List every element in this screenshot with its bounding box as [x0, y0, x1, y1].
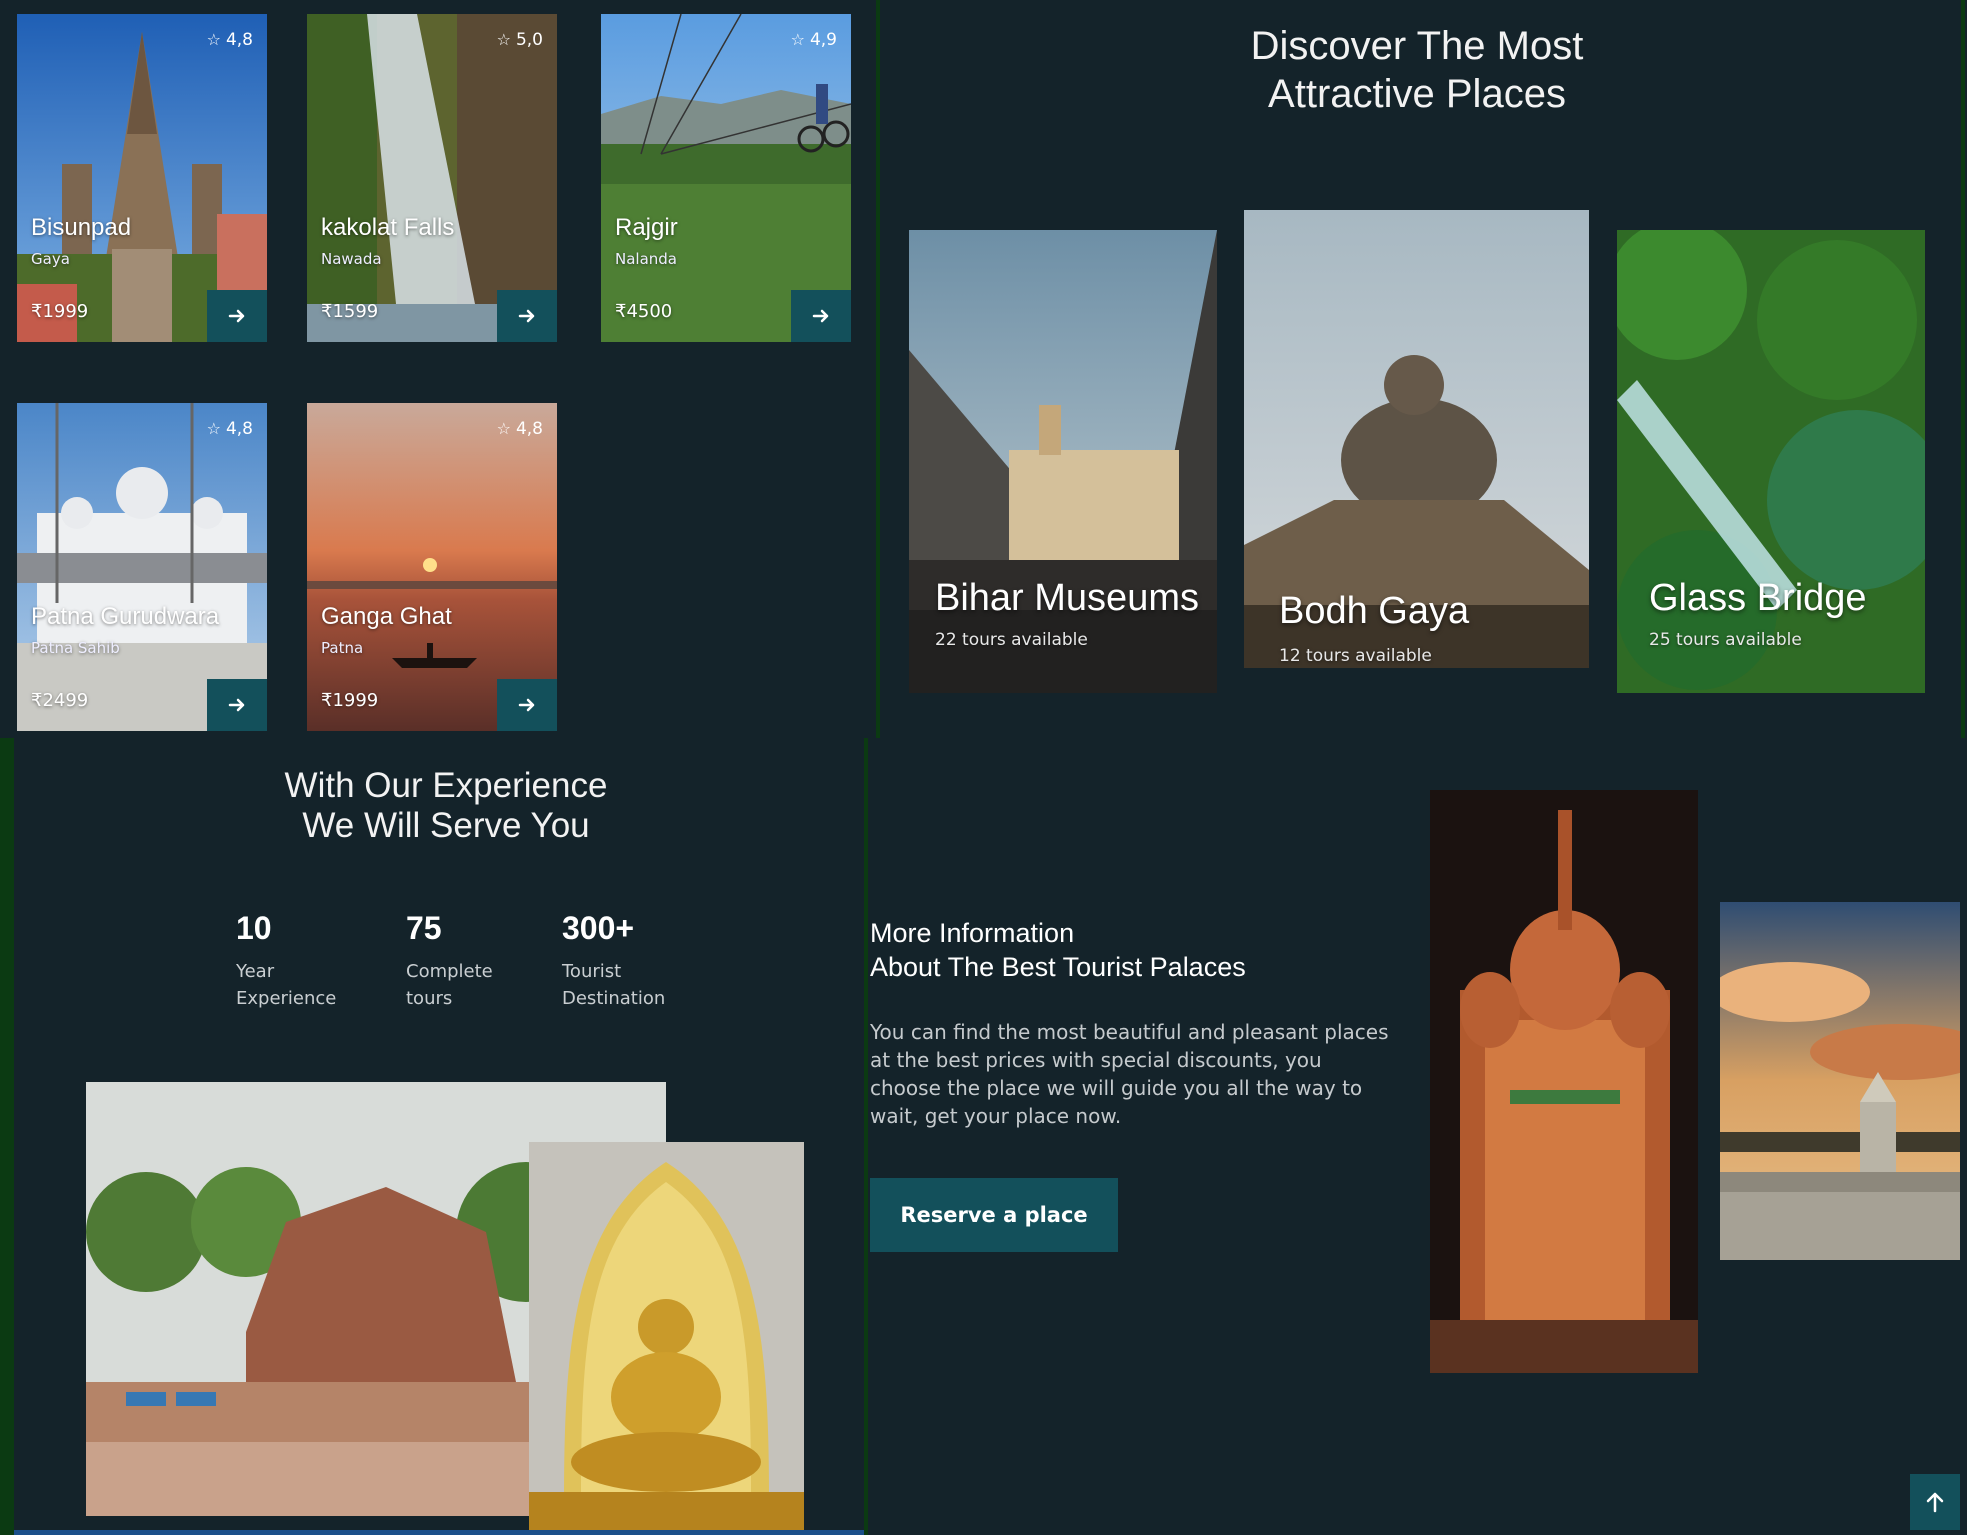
- stat-label: Complete tours: [406, 961, 493, 1009]
- tour-open-button[interactable]: [497, 679, 557, 731]
- tour-card[interactable]: ☆ 4,8 Ganga Ghat Patna ₹1999: [307, 403, 557, 731]
- tour-name: Ganga Ghat: [321, 603, 452, 630]
- tour-name: kakolat Falls: [321, 214, 455, 241]
- panel-divider: [0, 738, 14, 1535]
- place-tours-count: 25 tours available: [1649, 630, 1802, 650]
- tour-price: ₹1999: [31, 301, 89, 322]
- panel-divider: [864, 738, 868, 1535]
- tour-price: ₹1999: [321, 690, 379, 711]
- rating-badge: ☆ 4,9: [790, 30, 837, 50]
- golden-buddha-image: [529, 1142, 804, 1530]
- rating-badge: ☆ 5,0: [496, 30, 543, 50]
- place-image: [909, 230, 1217, 693]
- star-icon: ☆: [206, 30, 221, 49]
- info-description: You can find the most beautiful and plea…: [870, 1020, 1389, 1128]
- arrow-right-icon: [518, 309, 535, 323]
- stat-label: Tourist Destination: [562, 961, 666, 1009]
- tour-location: Nalanda: [615, 250, 677, 268]
- tour-open-button[interactable]: [497, 290, 557, 342]
- tour-card[interactable]: ☆ 4,9 Rajgir Nalanda ₹4500: [601, 14, 851, 342]
- tour-location: Gaya: [31, 250, 70, 268]
- discover-title: Discover The Most Attractive Places: [1250, 24, 1584, 116]
- place-image: [1617, 230, 1925, 693]
- star-icon: ☆: [790, 30, 805, 49]
- stat-value: 300+: [562, 910, 635, 946]
- tour-location: Nawada: [321, 250, 382, 268]
- arrow-right-icon: [812, 309, 829, 323]
- place-tours-count: 12 tours available: [1279, 646, 1432, 666]
- reserve-place-button[interactable]: Reserve a place: [870, 1178, 1118, 1252]
- panel-divider: [876, 0, 880, 738]
- tour-card[interactable]: ☆ 4,8 Patna Gurudwara Patna Sahib ₹2499: [17, 403, 267, 731]
- tour-price: ₹4500: [615, 301, 673, 322]
- rating-badge: ☆ 4,8: [206, 30, 253, 50]
- arrow-right-icon: [228, 698, 245, 712]
- info-title: More Information About The Best Tourist …: [870, 918, 1246, 982]
- experience-title: With Our Experience We Will Serve You: [284, 766, 608, 845]
- tour-name: Bisunpad: [31, 214, 132, 241]
- tour-card[interactable]: ☆ 4,8 Bisunpad Gaya ₹1999: [17, 14, 267, 342]
- star-icon: ☆: [496, 419, 511, 438]
- tour-open-button[interactable]: [791, 290, 851, 342]
- tour-location: Patna Sahib: [31, 639, 120, 657]
- tour-price: ₹1599: [321, 301, 379, 322]
- rating-badge: ☆ 4,8: [496, 419, 543, 439]
- place-name: Bodh Gaya: [1279, 590, 1470, 632]
- star-icon: ☆: [496, 30, 511, 49]
- tour-location: Patna: [321, 639, 364, 657]
- scroll-top-button[interactable]: [1910, 1474, 1960, 1530]
- place-card-bihar-museums[interactable]: Bihar Museums 22 tours available: [909, 230, 1217, 693]
- tour-name: Rajgir: [615, 214, 678, 241]
- lake-sunset-image: [1720, 902, 1960, 1260]
- star-icon: ☆: [206, 419, 221, 438]
- panel-divider: [1961, 0, 1965, 738]
- stat-value: 10: [236, 910, 272, 946]
- panel-divider: [14, 1530, 864, 1535]
- place-card-glass-bridge[interactable]: Glass Bridge 25 tours available: [1617, 230, 1925, 693]
- place-name: Glass Bridge: [1649, 577, 1867, 619]
- tour-open-button[interactable]: [207, 679, 267, 731]
- temple-night-image: [1430, 790, 1698, 1373]
- tour-name: Patna Gurudwara: [31, 603, 220, 630]
- tour-card[interactable]: ☆ 5,0 kakolat Falls Nawada ₹1599: [307, 14, 557, 342]
- stat-value: 75: [406, 910, 442, 946]
- place-tours-count: 22 tours available: [935, 630, 1088, 650]
- rating-badge: ☆ 4,8: [206, 419, 253, 439]
- arrow-right-icon: [518, 698, 535, 712]
- arrow-right-icon: [228, 309, 245, 323]
- stat-label: Year Experience: [236, 961, 337, 1009]
- place-name: Bihar Museums: [935, 577, 1199, 619]
- place-card-bodh-gaya[interactable]: Bodh Gaya 12 tours available: [1244, 210, 1589, 668]
- tour-open-button[interactable]: [207, 290, 267, 342]
- arrow-up-icon: [1926, 1492, 1944, 1513]
- tour-price: ₹2499: [31, 690, 89, 711]
